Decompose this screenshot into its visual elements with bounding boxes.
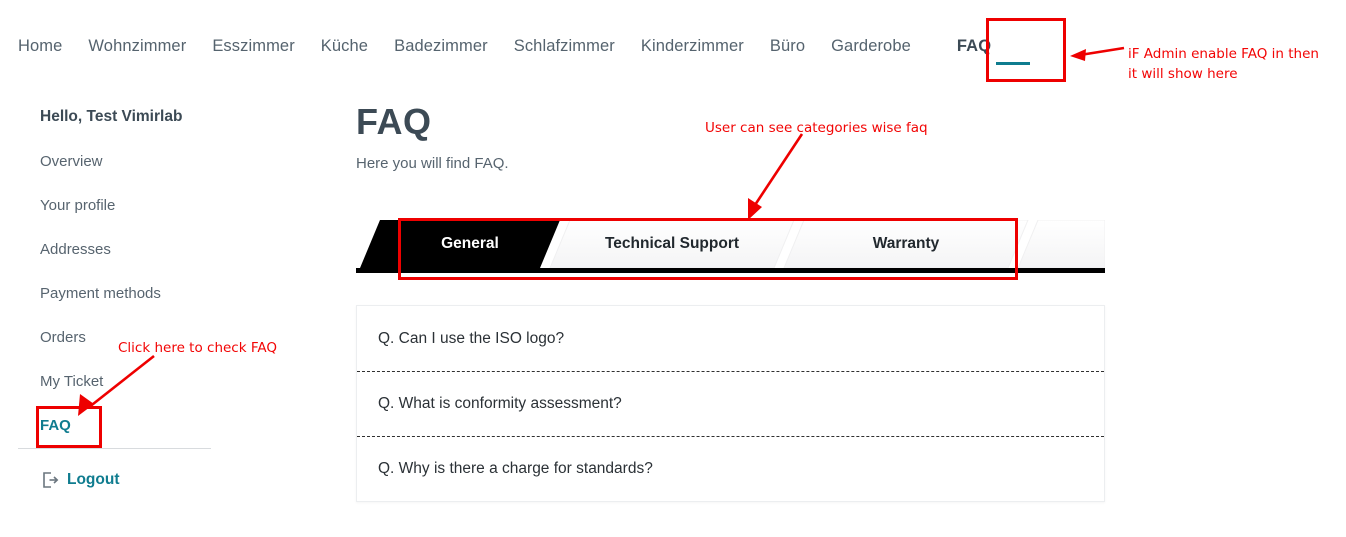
sidebar-menu: Overview Your profile Addresses Payment met… [40,152,161,460]
nav-item-schlafzimmer[interactable]: Schlafzimmer [514,36,641,56]
nav-item-esszimmer[interactable]: Esszimmer [212,36,320,56]
sidebar-item-my-ticket[interactable]: My Ticket [40,372,161,392]
top-nav-list: Home Wohnzimmer Esszimmer Küche Badezimmer Sc… [18,36,991,56]
nav-item-badezimmer[interactable]: Badezimmer [394,36,514,56]
logout-button[interactable]: Logout [40,470,120,490]
sidebar-item-orders[interactable]: Orders [40,328,161,348]
sidebar-item-addresses[interactable]: Addresses [40,240,161,260]
tabs-baseline [356,268,1105,273]
sidebar-item-your-profile[interactable]: Your profile [40,196,161,216]
faq-page: Home Wohnzimmer Esszimmer Küche Badezimmer Sc… [0,0,1346,537]
faq-question: Q. Can I use the ISO logo? [378,329,565,347]
tab-technical-support[interactable]: Technical Support [556,220,788,268]
logout-label: Logout [67,471,120,488]
faq-row[interactable]: Q. Why is there a charge for standards? [357,436,1104,501]
sidebar-item-faq[interactable]: FAQ [40,416,161,436]
nav-faq-underline [996,62,1030,65]
top-navigation: Home Wohnzimmer Esszimmer Küche Badezimmer Sc… [0,0,1346,90]
faq-category-tabs: General Technical Support Warranty [356,220,1105,274]
sidebar-item-overview[interactable]: Overview [40,152,161,172]
faq-row[interactable]: Q. What is conformity assessment? [357,371,1104,436]
tab-general[interactable]: General [370,220,570,268]
page-title: FAQ [356,101,432,142]
nav-item-k-che[interactable]: Küche [321,36,394,56]
faq-row[interactable]: Q. Can I use the ISO logo? [357,306,1104,371]
logout-icon [40,470,60,490]
sidebar-greeting: Hello, Test Vimirlab [40,108,183,125]
nav-item-b-ro[interactable]: Büro [770,36,831,56]
nav-item-garderobe[interactable]: Garderobe [831,36,937,56]
tab-warranty[interactable]: Warranty [794,220,1018,268]
faq-list: Q. Can I use the ISO logo? Q. What is con… [356,305,1105,502]
nav-item-wohnzimmer[interactable]: Wohnzimmer [88,36,212,56]
nav-item-faq[interactable]: FAQ [957,36,991,56]
page-subtitle: Here you will find FAQ. [356,155,509,172]
nav-item-home[interactable]: Home [18,36,88,56]
sidebar-divider [18,448,211,449]
faq-question: Q. Why is there a charge for standards? [378,460,653,477]
faq-question: Q. What is conformity assessment? [378,395,622,412]
main-content: FAQ Here you will find FAQ. General Tech… [356,100,1116,502]
sidebar-item-payment-methods[interactable]: Payment methods [40,284,161,304]
nav-item-kinderzimmer[interactable]: Kinderzimmer [641,36,770,56]
